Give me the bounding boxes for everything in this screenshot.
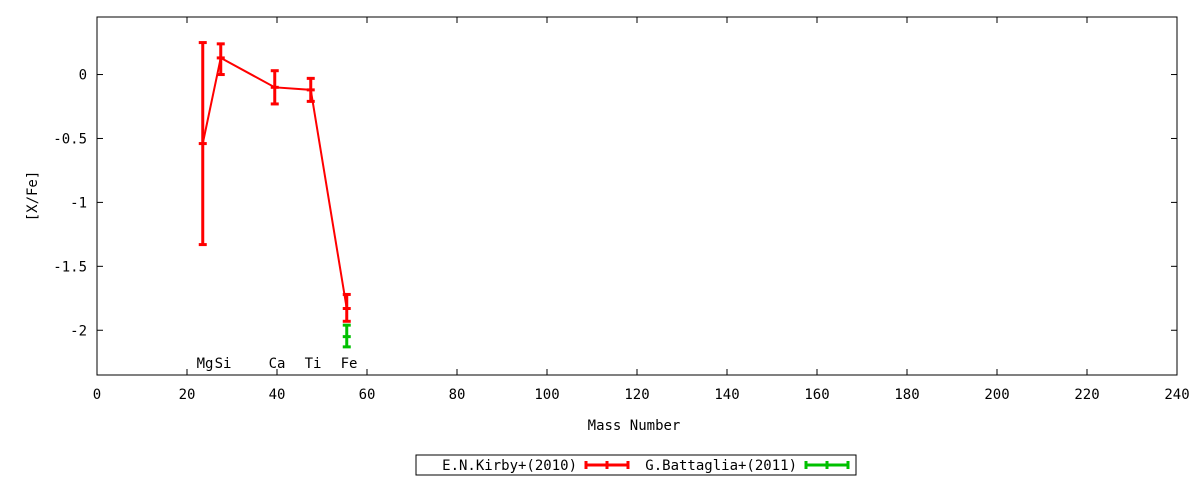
y-axis-title: [X/Fe]	[25, 171, 41, 222]
plot-frame	[96, 16, 1178, 376]
y-tick-label: -1.5	[53, 259, 87, 275]
series-0	[198, 41, 351, 323]
y-tick-labels: 0 -0.5 -1 -1.5 -2	[53, 68, 87, 340]
x-tick-label: 180	[894, 387, 919, 403]
element-label-mg: Mg	[197, 356, 214, 372]
x-tick-label: 240	[1164, 387, 1189, 403]
element-label-ti: Ti	[305, 356, 322, 372]
x-tick-label: 60	[359, 387, 376, 403]
legend: E.N.Kirby+(2010) G.Battaglia+(2011)	[415, 454, 857, 476]
y-tick-label: -2	[70, 323, 87, 339]
axis-ticks	[96, 17, 1178, 375]
y-tick-label: 0	[79, 68, 87, 84]
series-1	[342, 323, 351, 349]
element-label-ca: Ca	[269, 356, 286, 372]
x-tick-label: 20	[179, 387, 196, 403]
x-tick-label: 140	[714, 387, 739, 403]
x-tick-label: 40	[269, 387, 286, 403]
x-tick-label: 200	[984, 387, 1009, 403]
series-layer	[198, 41, 351, 349]
y-tick-label: -1	[70, 195, 87, 211]
chart: 0 20 40 60 80 100 120 140 160 180 200 220 240 0 -0.5 -…	[25, 16, 1190, 476]
legend-label-kirby: E.N.Kirby+(2010)	[442, 458, 577, 474]
element-label-fe: Fe	[341, 356, 358, 372]
x-tick-label: 120	[624, 387, 649, 403]
element-label-si: Si	[215, 356, 232, 372]
x-tick-labels: 0 20 40 60 80 100 120 140 160 180 200 220 240	[93, 387, 1190, 403]
y-tick-label: -0.5	[53, 131, 87, 147]
x-tick-label: 0	[93, 387, 101, 403]
x-tick-label: 80	[449, 387, 466, 403]
x-tick-label: 160	[804, 387, 829, 403]
x-axis-title: Mass Number	[588, 418, 681, 434]
x-tick-label: 100	[534, 387, 559, 403]
legend-label-battaglia: G.Battaglia+(2011)	[645, 458, 797, 474]
element-labels: Mg Si Ca Ti Fe	[197, 356, 358, 372]
x-tick-label: 220	[1074, 387, 1099, 403]
